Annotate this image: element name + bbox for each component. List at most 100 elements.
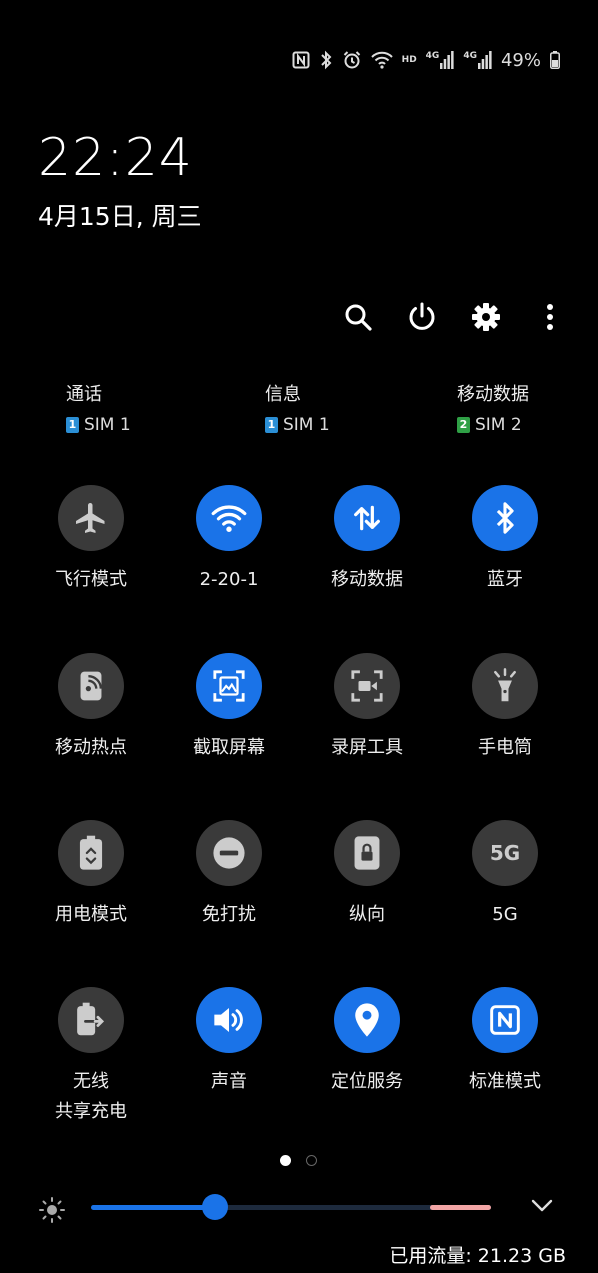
do-not-disturb-icon bbox=[213, 837, 245, 869]
signal-4g-icon: 4G bbox=[463, 51, 492, 69]
tile-toggle[interactable] bbox=[196, 653, 262, 719]
tile-label: 5G bbox=[492, 904, 518, 925]
power-mode-icon bbox=[79, 835, 103, 870]
page-indicator[interactable] bbox=[306, 1155, 317, 1166]
tile-label: 截取屏幕 bbox=[193, 737, 265, 758]
bluetooth-icon bbox=[319, 50, 333, 70]
tile-label: 无线 共享充电 bbox=[55, 1071, 127, 1122]
clock-time: 22:24 bbox=[38, 128, 193, 188]
wireless-powershare-icon bbox=[77, 1002, 105, 1036]
tile-toggle[interactable] bbox=[58, 653, 124, 719]
settings-button[interactable] bbox=[465, 296, 507, 338]
wifi-icon bbox=[211, 505, 247, 532]
sim-call-preference[interactable]: 通话 1 SIM 1 bbox=[66, 380, 131, 435]
tile-sound[interactable]: 声音 bbox=[160, 987, 298, 1097]
brightness-slider-thumb[interactable] bbox=[202, 1194, 228, 1220]
5g-icon: 5G bbox=[489, 841, 521, 865]
brightness-slider-fill bbox=[91, 1205, 215, 1210]
nfc-icon bbox=[490, 1005, 520, 1035]
tile-screen-recorder[interactable]: 录屏工具 bbox=[298, 653, 436, 763]
search-button[interactable] bbox=[337, 296, 379, 338]
power-icon bbox=[409, 302, 435, 330]
alarm-icon bbox=[342, 50, 362, 70]
tile-power-mode[interactable]: 用电模式 bbox=[22, 820, 160, 930]
tile-bluetooth[interactable]: 蓝牙 bbox=[436, 485, 574, 595]
tile-portrait[interactable]: 纵向 bbox=[298, 820, 436, 930]
more-options-button[interactable] bbox=[529, 296, 571, 338]
tile-toggle[interactable] bbox=[472, 485, 538, 551]
tile-toggle[interactable] bbox=[472, 987, 538, 1053]
tile-mobile-hotspot[interactable]: 移动热点 bbox=[22, 653, 160, 763]
tile-wifi[interactable]: 2-20-1 bbox=[160, 485, 298, 595]
sim-number-badge: 2 bbox=[457, 417, 470, 433]
mobile-data-icon bbox=[354, 505, 380, 531]
tile-toggle[interactable] bbox=[334, 987, 400, 1053]
tile-label: 用电模式 bbox=[55, 904, 127, 925]
settings-icon bbox=[472, 303, 500, 331]
signal-4g-icon: 4G bbox=[426, 51, 455, 69]
tile-label: 蓝牙 bbox=[487, 569, 523, 590]
screenshot-icon bbox=[213, 670, 245, 702]
brightness-icon bbox=[38, 1196, 66, 1228]
flashlight-icon bbox=[494, 668, 516, 702]
data-usage-text: 已用流量: 21.23 GB bbox=[389, 1245, 566, 1267]
battery-percent: 49% bbox=[500, 49, 541, 71]
tile-label: 纵向 bbox=[349, 904, 385, 925]
hotspot-icon bbox=[80, 671, 102, 701]
tile-toggle[interactable] bbox=[334, 820, 400, 886]
tile-label: 声音 bbox=[211, 1071, 247, 1092]
tile-toggle[interactable] bbox=[58, 485, 124, 551]
tile-5g[interactable]: 5G 5G bbox=[436, 820, 574, 930]
sound-icon bbox=[214, 1008, 243, 1032]
tile-toggle[interactable] bbox=[58, 987, 124, 1053]
sim-name: SIM 2 bbox=[475, 415, 522, 435]
status-bar: HD 4G 4G 49% bbox=[292, 48, 560, 72]
tile-nfc[interactable]: 标准模式 bbox=[436, 987, 574, 1097]
sim-name: SIM 1 bbox=[84, 415, 131, 435]
nfc-icon bbox=[292, 51, 310, 69]
tile-toggle[interactable] bbox=[196, 485, 262, 551]
tile-toggle[interactable] bbox=[196, 987, 262, 1053]
tile-toggle[interactable] bbox=[58, 820, 124, 886]
brightness-high-zone bbox=[430, 1205, 491, 1210]
page-indicator-active[interactable] bbox=[280, 1155, 291, 1166]
tile-flashlight[interactable]: 手电筒 bbox=[436, 653, 574, 763]
battery-icon bbox=[550, 51, 560, 69]
portrait-lock-icon bbox=[354, 836, 380, 870]
sim-pref-label: 信息 bbox=[265, 384, 301, 405]
sim-message-preference[interactable]: 信息 1 SIM 1 bbox=[265, 380, 330, 435]
tile-airplane-mode[interactable]: 飞行模式 bbox=[22, 485, 160, 595]
airplane-icon bbox=[76, 503, 105, 533]
sim-number-badge: 1 bbox=[265, 417, 278, 433]
tile-label: 移动数据 bbox=[331, 569, 403, 590]
tile-mobile-data[interactable]: 移动数据 bbox=[298, 485, 436, 595]
sim-name: SIM 1 bbox=[283, 415, 330, 435]
tile-label: 飞行模式 bbox=[55, 569, 127, 590]
sim-pref-label: 通话 bbox=[66, 384, 102, 405]
tile-toggle[interactable] bbox=[196, 820, 262, 886]
tile-label: 移动热点 bbox=[55, 737, 127, 758]
expand-button[interactable] bbox=[530, 1198, 554, 1218]
bluetooth-icon bbox=[496, 502, 514, 534]
tile-label: 免打扰 bbox=[202, 904, 256, 925]
search-icon bbox=[345, 304, 372, 331]
screen-recorder-icon bbox=[351, 670, 383, 702]
tile-toggle[interactable] bbox=[334, 485, 400, 551]
tile-screenshot[interactable]: 截取屏幕 bbox=[160, 653, 298, 763]
tile-toggle[interactable] bbox=[334, 653, 400, 719]
wifi-icon bbox=[370, 51, 393, 69]
tile-toggle[interactable]: 5G bbox=[472, 820, 538, 886]
tile-toggle[interactable] bbox=[472, 653, 538, 719]
tile-wireless-powershare[interactable]: 无线 共享充电 bbox=[22, 987, 160, 1127]
tile-do-not-disturb[interactable]: 免打扰 bbox=[160, 820, 298, 930]
tile-label: 定位服务 bbox=[331, 1071, 403, 1092]
tile-location[interactable]: 定位服务 bbox=[298, 987, 436, 1097]
tile-label: 录屏工具 bbox=[331, 737, 403, 758]
sim-pref-label: 移动数据 bbox=[457, 384, 529, 405]
power-button[interactable] bbox=[401, 296, 443, 338]
hd-icon: HD bbox=[401, 55, 417, 65]
sim-data-preference[interactable]: 移动数据 2 SIM 2 bbox=[457, 380, 529, 435]
tile-label: 标准模式 bbox=[469, 1071, 541, 1092]
sim-number-badge: 1 bbox=[66, 417, 79, 433]
tile-label: 手电筒 bbox=[478, 737, 532, 758]
